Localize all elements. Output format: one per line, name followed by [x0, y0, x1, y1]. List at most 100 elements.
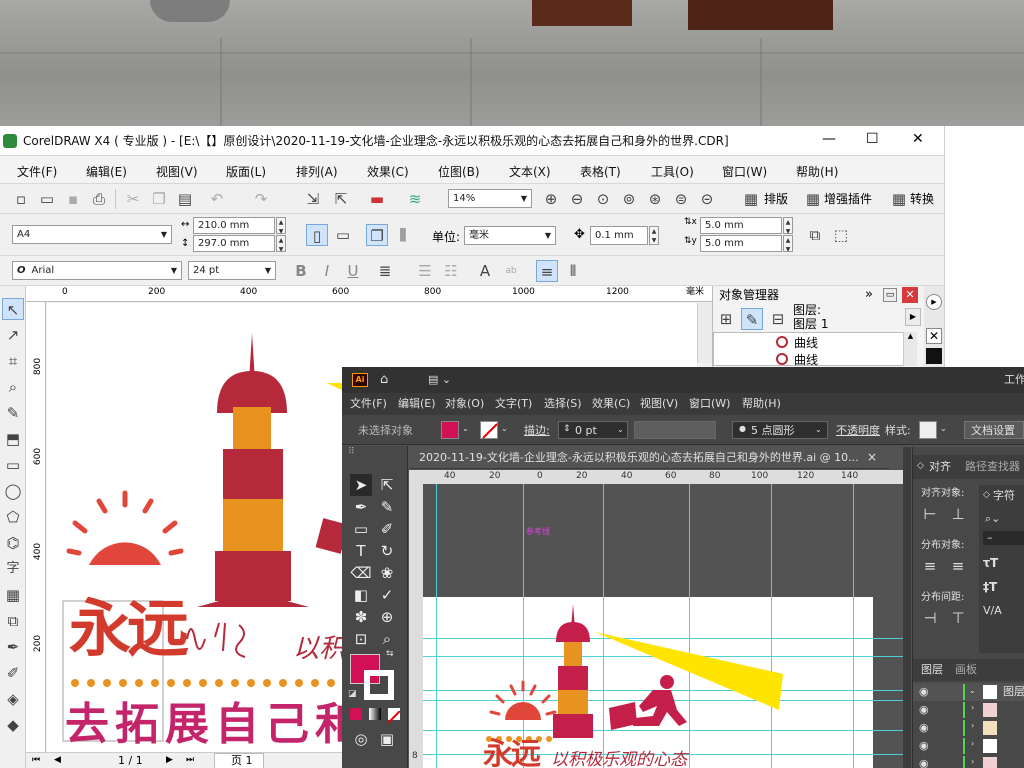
dup-x-spinner[interactable]: ▲ ▼ [783, 217, 793, 235]
dropcap-icon[interactable]: ☷ [440, 260, 462, 282]
eyedropper-icon[interactable]: ✒ [2, 636, 24, 658]
basic-shapes-icon[interactable]: ⌬ [2, 532, 24, 554]
next-page-icon[interactable]: ▶ [166, 756, 173, 765]
tab-layers[interactable]: 图层 [921, 664, 943, 675]
text-tool-icon[interactable]: 字 [2, 558, 24, 580]
menu-edit[interactable]: 编辑(E) [86, 163, 127, 180]
enhance-plugin-icon[interactable]: ▦ [802, 188, 824, 210]
graphic-style-swatch[interactable] [919, 421, 937, 439]
shape-builder-icon[interactable]: ⊕ [376, 606, 398, 628]
document-tab[interactable]: 2020-11-19-文化墙-企业理念-永远以积极乐观的心态去拓展自己和身外的世… [409, 447, 889, 469]
dup-y-spinner[interactable]: ▲ ▼ [783, 235, 793, 253]
crop-tool-icon[interactable]: ⌗ [2, 350, 24, 372]
sublayer-expand-icon[interactable]: › [971, 740, 974, 748]
vertical-text-icon[interactable]: ⦀ [562, 260, 584, 282]
edit-across-layers-icon[interactable]: ✎ [741, 308, 763, 330]
ai-canvas[interactable]: 参考线 以积极乐观的心态 永远 [423, 484, 903, 768]
layer-expand-icon[interactable]: ⌄ [969, 687, 976, 695]
horizontal-text-icon[interactable]: ≡ [536, 260, 558, 282]
polygon-tool-icon[interactable]: ⬠ [2, 506, 24, 528]
page-height-field[interactable]: 297.0 mm [193, 235, 275, 252]
ai-menu-file[interactable]: 文件(F) [350, 398, 387, 409]
shape-tool-icon[interactable]: ↗ [2, 324, 24, 346]
table-tool-icon[interactable]: ▦ [2, 584, 24, 606]
docker-minimize-button[interactable]: ▭ [883, 288, 897, 302]
gradient-tool-icon[interactable]: ◧ [350, 584, 372, 606]
layout-plugin-label[interactable]: 排版 [764, 193, 788, 205]
nudge-field[interactable]: 0.1 mm [590, 226, 648, 245]
menu-help[interactable]: 帮助(H) [796, 163, 838, 180]
first-page-icon[interactable]: ⏮ [32, 756, 40, 765]
freehand-tool-icon[interactable]: ✎ [2, 402, 24, 424]
distribute-center-icon[interactable]: ≡ [947, 555, 969, 577]
direct-selection-icon[interactable]: ⇱ [376, 474, 398, 496]
rectangle-tool-icon[interactable]: ▭ [2, 454, 24, 476]
curvature-tool-icon[interactable]: ✎ [376, 496, 398, 518]
stroke-spinner-icon[interactable]: ⇕ [563, 425, 571, 434]
stroke-color-box[interactable] [364, 670, 394, 700]
ai-menu-help[interactable]: 帮助(H) [742, 398, 781, 409]
zoom-page-icon[interactable]: ⊛ [644, 188, 666, 210]
draw-mode-icon[interactable]: ◎ [350, 728, 372, 750]
menu-arrange[interactable]: 排列(A) [296, 163, 338, 180]
font-select[interactable]: O Arial ▼ [12, 261, 182, 280]
portrait-icon[interactable]: ▯ [306, 224, 328, 246]
tab-align[interactable]: 对齐 [929, 461, 951, 472]
duplicate-y-field[interactable]: 5.0 mm [700, 235, 782, 252]
eraser-tool-icon[interactable]: ⌫ [350, 562, 372, 584]
undo-icon[interactable]: ↶ [206, 188, 228, 210]
sublayer-row[interactable]: ◉ › [913, 755, 1024, 768]
menu-text[interactable]: 文本(X) [509, 163, 551, 180]
layer-manager-view-icon[interactable]: ⊟ [767, 308, 789, 330]
object-item[interactable]: 曲线 [794, 337, 818, 349]
distribute-h-space-icon[interactable]: ⊤ [947, 607, 969, 629]
italic-icon[interactable]: I [316, 260, 338, 282]
document-close-icon[interactable]: × [867, 451, 877, 463]
copy-icon[interactable]: ❐ [148, 188, 170, 210]
artboard-tool-icon[interactable]: ⊡ [350, 628, 372, 650]
welcome-icon[interactable]: ≋ [404, 188, 426, 210]
page-width-field[interactable]: 210.0 mm [193, 217, 275, 234]
none-mode-icon[interactable] [387, 708, 401, 724]
home-icon[interactable]: ⌂ [380, 373, 388, 386]
outline-tool-icon[interactable]: ✐ [2, 662, 24, 684]
layout-plugin-icon[interactable]: ▦ [740, 188, 762, 210]
sublayer-row[interactable]: ◉ › [913, 719, 1024, 737]
screen-mode-icon[interactable]: ▣ [376, 728, 398, 750]
align-center-icon[interactable]: ⊥ [947, 503, 969, 525]
visibility-eye-icon[interactable]: ◉ [919, 722, 929, 733]
symbol-sprayer-icon[interactable]: ✽ [350, 606, 372, 628]
prev-page-icon[interactable]: ◀ [54, 756, 61, 765]
treat-as-filled-icon[interactable]: ⧉ [804, 224, 826, 246]
visibility-eye-icon[interactable]: ◉ [919, 758, 929, 768]
unit-select[interactable]: 毫米 ▼ [464, 226, 556, 245]
font-size-select[interactable]: 24 pt ▼ [188, 261, 276, 280]
ai-menu-window[interactable]: 窗口(W) [689, 398, 730, 409]
ai-menu-object[interactable]: 对象(O) [445, 398, 484, 409]
font-style-field[interactable]: – [983, 531, 1024, 545]
landscape-icon[interactable]: ▭ [332, 224, 354, 246]
docker-close-button[interactable]: ✕ [902, 287, 918, 303]
print-icon[interactable]: ⎙ [88, 188, 110, 210]
stroke-swatch[interactable] [480, 421, 498, 439]
stroke-weight-dropdown-icon[interactable]: ⌄ [617, 426, 624, 434]
ai-menu-effect[interactable]: 效果(C) [592, 398, 630, 409]
align-left-icon[interactable]: ⊢ [919, 503, 941, 525]
layer-row[interactable]: ◉ ⌄ 图层 [913, 683, 1024, 701]
eyedropper-icon[interactable]: ✓ [376, 584, 398, 606]
stroke-label[interactable]: 描边: [524, 425, 550, 436]
current-page-icon[interactable]: ⫼ [392, 224, 414, 246]
vertical-scrollbar[interactable] [697, 303, 712, 363]
sublayer-row[interactable]: ◉ › [913, 701, 1024, 719]
redo-icon[interactable]: ↷ [250, 188, 272, 210]
menu-layout[interactable]: 版面(L) [226, 163, 266, 180]
object-list-scrollbar[interactable]: ▲ [903, 332, 917, 366]
zoom-in-icon[interactable]: ⊕ [540, 188, 562, 210]
fill-dropdown-icon[interactable]: ⌄ [462, 425, 469, 433]
ai-menu-edit[interactable]: 编辑(E) [398, 398, 436, 409]
menu-table[interactable]: 表格(T) [580, 163, 621, 180]
ai-menu-type[interactable]: 文字(T) [495, 398, 532, 409]
palette-scroll-up[interactable]: ▶ [926, 294, 942, 310]
last-page-icon[interactable]: ⏭ [186, 756, 194, 765]
zoom-all-icon[interactable]: ⊚ [618, 188, 640, 210]
